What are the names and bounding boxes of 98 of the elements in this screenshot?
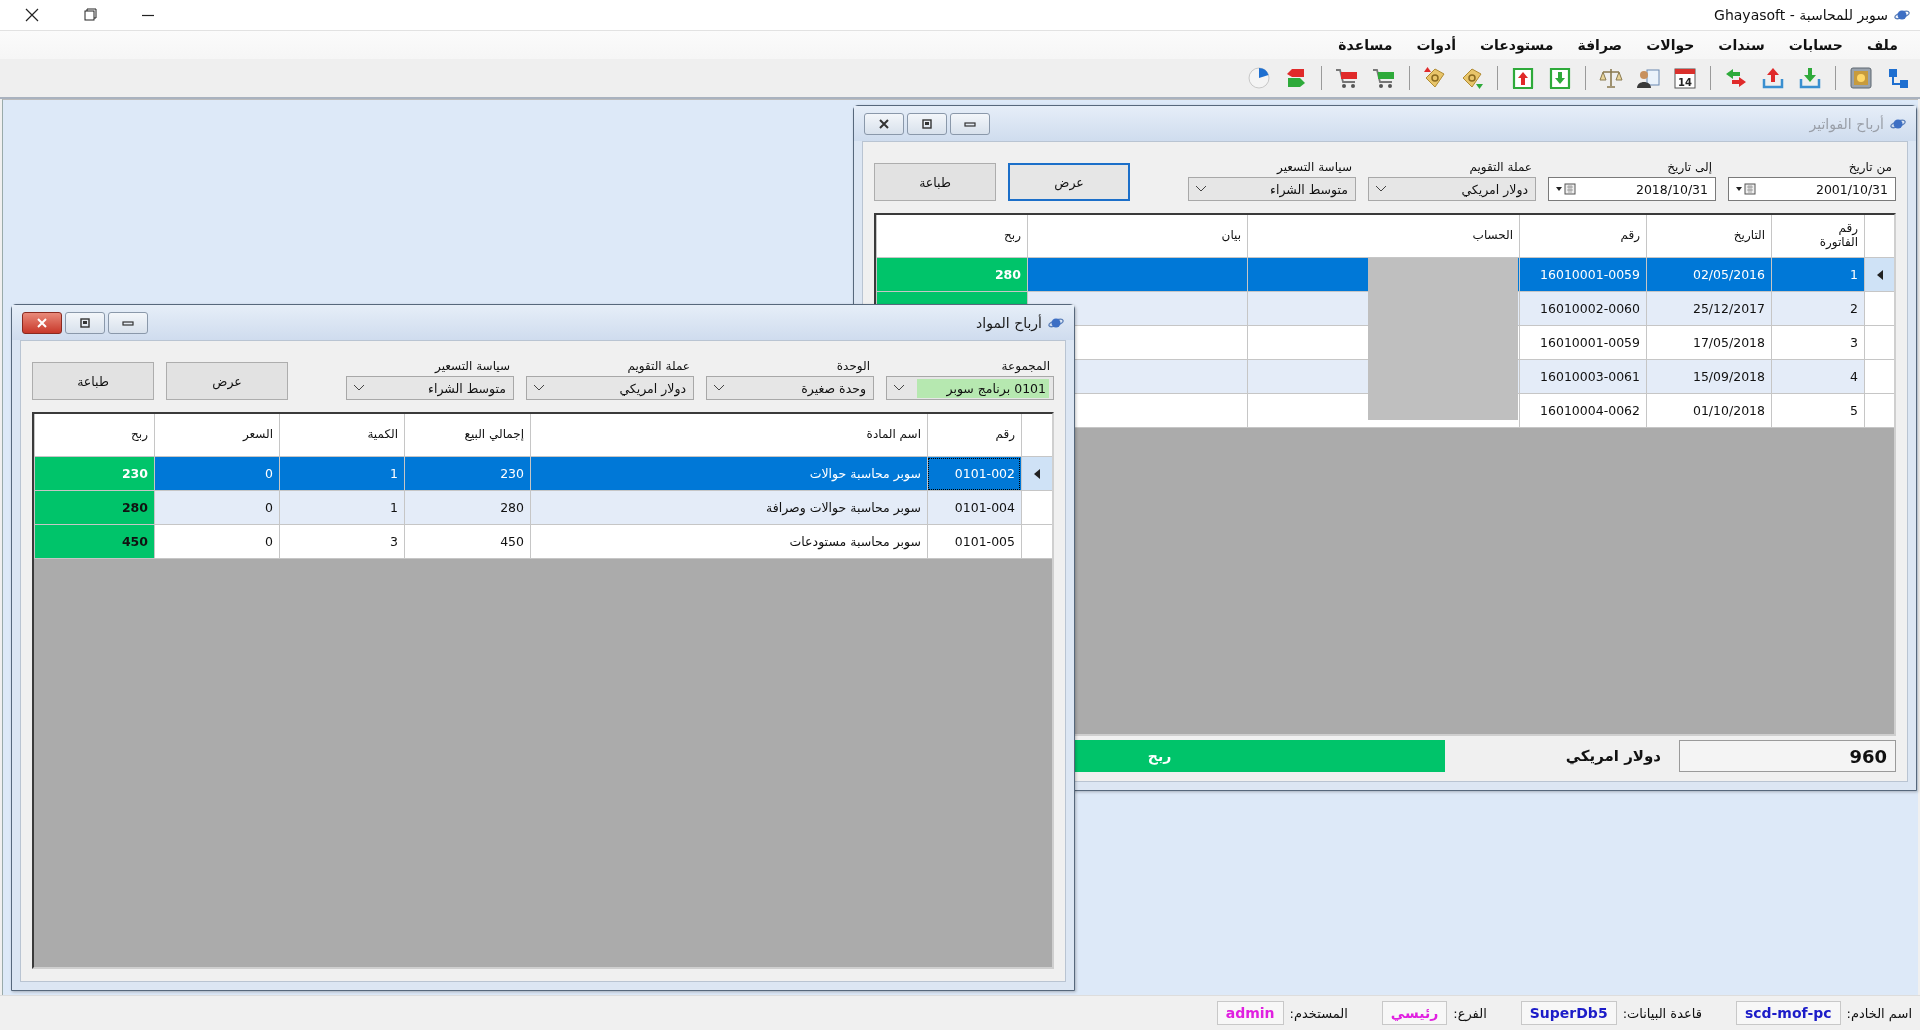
table-cell: 0101-002 [927,457,1021,491]
app-logo-icon [1894,8,1910,22]
row-header[interactable] [1021,457,1052,491]
menu-item[interactable]: سندات [1706,37,1777,53]
status-label: الفرع: [1453,1005,1487,1021]
upload-box-icon[interactable] [1511,66,1535,90]
table-cell: 0 [154,457,279,491]
tray-upload-icon[interactable] [1761,66,1785,90]
calendar-icon[interactable]: 14 [1673,66,1697,90]
field-label: الوحدة [835,359,871,373]
calendar-dropdown-icon[interactable] [1555,183,1577,195]
restore-icon [78,316,92,329]
calendar-dropdown-icon[interactable] [1735,183,1757,195]
status-value: رئيسي [1381,1001,1448,1025]
dropdown[interactable]: وحدة صغيرة [706,376,874,400]
currency-label: دولار امريكي [1565,747,1661,765]
menu-item[interactable]: ملف [1854,37,1910,53]
field-label: إلى تاريخ [1666,160,1713,174]
current-row-icon [1875,269,1884,280]
restore-button[interactable] [907,112,947,135]
table-cell: 3 [279,525,404,559]
status-value: scd-mof-pc [1735,1001,1841,1025]
menu-item[interactable]: مستودعات [1467,37,1566,53]
table-cell: 450 [404,525,530,559]
menu-item[interactable]: حوالات [1634,37,1707,53]
table-cell: 02/05/2016 [1646,258,1771,292]
table-cell: سوبر محاسبة حوالات [530,457,927,491]
close-button[interactable] [864,112,904,135]
table-cell: 16010004-0062 [1519,394,1646,428]
field-label: عملة التقويم [626,359,691,373]
close-icon [35,316,49,329]
field-label: سياسة التسعير [1275,160,1353,174]
total-field: 960 [1679,740,1896,772]
window-title: أرباح المواد [976,314,1042,331]
button[interactable]: عرض [1008,163,1130,201]
restore-button[interactable] [65,311,105,334]
field-label: المجموعة [1000,359,1051,373]
date-field[interactable]: 2018/10/31 [1548,177,1716,201]
dropdown[interactable]: متوسط الشراء [1188,177,1356,201]
chevron-down-icon [1375,185,1387,193]
status-value: SuperDb5 [1520,1001,1617,1025]
chevron-down-icon [893,384,905,392]
table-cell: 230 [404,457,530,491]
dropdown[interactable]: دولار امريكي [526,376,694,400]
close-icon [877,117,891,130]
status-label: المستخدم: [1289,1005,1348,1021]
pie-chart-icon[interactable] [1247,66,1271,90]
menu-item[interactable]: أدوات [1404,37,1468,53]
table-cell: 16010001-0059 [1519,258,1646,292]
profit-cell: 280 [876,258,1027,292]
menu-item[interactable]: حسابات [1776,37,1855,53]
restore-icon [920,117,934,130]
safe-icon[interactable] [1849,66,1873,90]
minimize-button[interactable] [950,112,990,135]
dropdown[interactable]: دولار امريكي [1368,177,1536,201]
scales-icon[interactable] [1599,66,1623,90]
table-cell: سوبر محاسبة مستودعات [530,525,927,559]
person-card-icon[interactable] [1636,66,1660,90]
cart-icon[interactable] [1372,66,1396,90]
download-box-icon[interactable] [1548,66,1572,90]
menu-item[interactable]: مساعدة [1326,37,1405,53]
chevron-down-icon [533,384,545,392]
window-title: سوبر للمحاسبة - Ghayasoft [1714,7,1888,23]
hierarchy-icon[interactable] [1886,66,1910,90]
profit-cell: 280 [34,491,154,525]
exchange-arrows-icon[interactable] [1724,66,1748,90]
field-label: من تاريخ [1847,160,1893,174]
table-cell: 1 [279,457,404,491]
chevron-down-icon [1195,185,1207,193]
minimize-button[interactable] [108,311,148,334]
date-field[interactable]: 2001/10/31 [1728,177,1896,201]
menu-item[interactable]: صرافة [1565,37,1635,53]
status-value: admin [1216,1001,1284,1025]
current-row-icon [1033,468,1041,479]
button[interactable]: طباعة [32,362,154,400]
dropdown[interactable]: متوسط الشراء [346,376,514,400]
field-label: سياسة التسعير [433,359,511,373]
money-tag-icon[interactable] [1460,66,1484,90]
status-label: اسم الخادم: [1846,1005,1912,1021]
row-header[interactable] [1864,258,1894,292]
button[interactable]: طباعة [874,163,996,201]
table-cell: 5 [1771,394,1864,428]
field-label: عملة التقويم [1468,160,1533,174]
table-cell: 01/10/2018 [1646,394,1771,428]
status-label: قاعدة البيانات: [1622,1005,1702,1021]
button[interactable]: عرض [166,362,288,400]
chevron-down-icon [713,384,725,392]
dropdown[interactable]: 0101 برنامج سوبر [886,376,1054,400]
chevron-down-icon [353,384,365,392]
window-title: أرباح الفواتير [1809,115,1884,132]
tray-download-icon[interactable] [1798,66,1822,90]
table-cell: 1 [1771,258,1864,292]
profit-cell: 450 [34,525,154,559]
cart-icon[interactable] [1335,66,1359,90]
table-cell: 0101-005 [927,525,1021,559]
money-tag-icon[interactable] [1423,66,1447,90]
profit-cell: 230 [34,457,154,491]
close-button[interactable] [22,311,62,334]
